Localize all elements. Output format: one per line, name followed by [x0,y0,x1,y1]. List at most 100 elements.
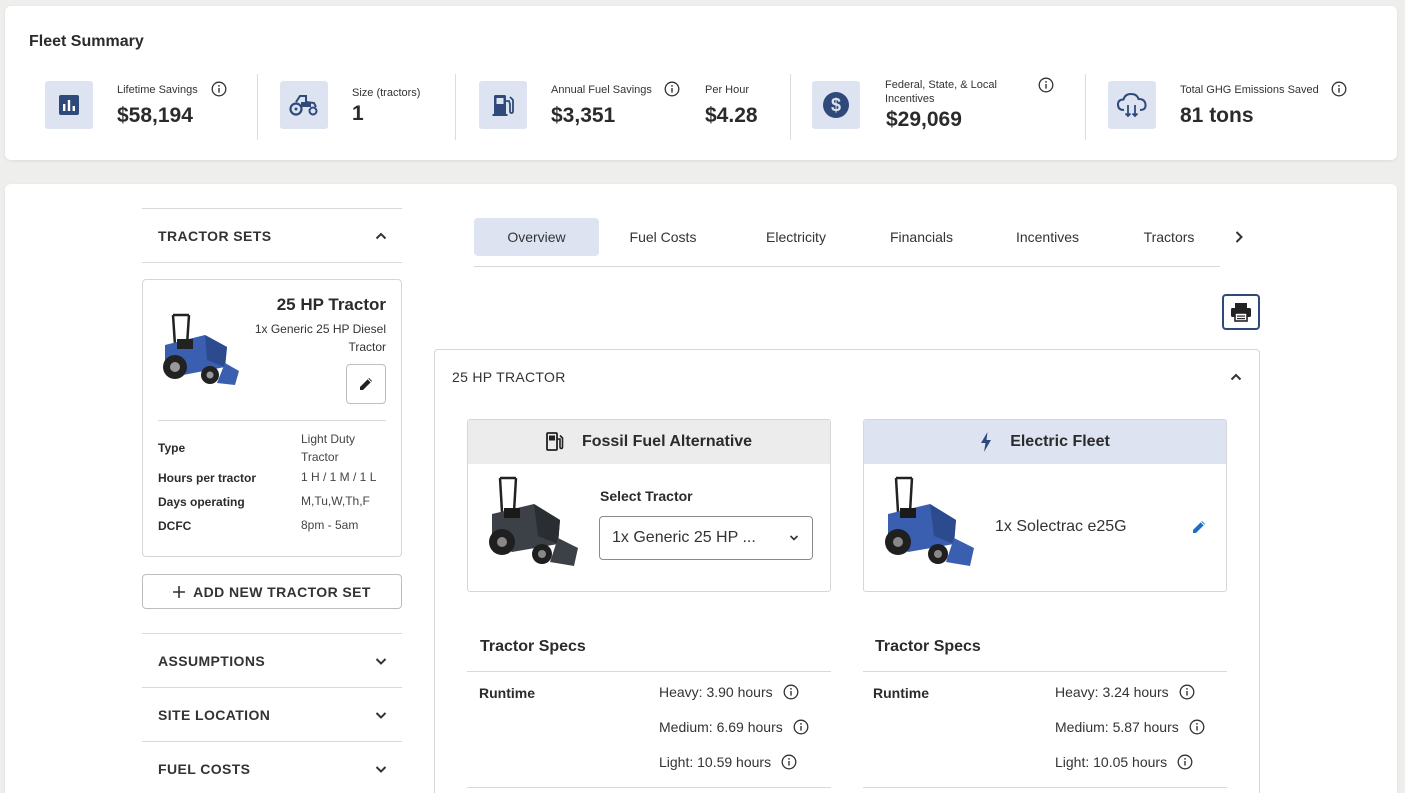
info-icon[interactable] [781,754,797,770]
select-tractor-label: Select Tractor [600,488,693,504]
incentives-value: $29,069 [886,108,962,131]
electric-specs-title: Tractor Specs [875,638,981,655]
tab-tractors[interactable]: Tractors [1124,218,1214,256]
info-icon[interactable] [211,81,227,97]
tractor-icon [280,81,328,129]
per-hour-value: $4.28 [705,104,758,127]
tab-fuel-costs[interactable]: Fuel Costs [611,218,715,256]
info-icon[interactable] [1177,754,1193,770]
lightning-bolt-icon [981,432,992,452]
dollar-icon: $ [812,81,860,129]
fuel-pump-icon [479,81,527,129]
pencil-icon [360,378,372,390]
info-icon[interactable] [664,81,680,97]
runtime-value: Heavy: 3.90 hours [659,684,773,700]
electric-runtime-light: Light: 10.05 hours [1055,754,1193,770]
divider [467,671,831,672]
info-icon[interactable] [1331,81,1347,97]
plus-icon [173,585,186,598]
cloud-icon [1108,81,1156,129]
fossil-fuel-heading: Fossil Fuel Alternative [581,433,753,450]
runtime-label: Runtime [479,685,535,701]
runtime-value: Light: 10.59 hours [659,754,772,770]
runtime-value: Light: 10.05 hours [1055,754,1168,770]
fleet-summary-card: Fleet Summary Lifetime Savings $58,194 S… [5,6,1397,160]
edit-tractor-set-button[interactable] [346,364,386,404]
chevron-up-icon [375,232,387,239]
site-location-toggle[interactable]: SITE LOCATION [142,687,402,741]
electric-tractor-model: 1x Solectrac e25G [995,518,1127,535]
info-icon[interactable] [793,719,809,735]
annual-fuel-savings-label: Annual Fuel Savings [551,84,652,96]
tab-electricity[interactable]: Electricity [742,218,850,256]
chevron-up-icon[interactable] [1229,370,1243,384]
chevron-right-icon[interactable] [1231,229,1247,245]
electric-tractor-image [885,476,974,566]
assumptions-toggle[interactable]: ASSUMPTIONS [142,633,402,687]
assumptions-label: ASSUMPTIONS [158,652,266,669]
electric-runtime-medium: Medium: 5.87 hours [1055,719,1205,735]
fossil-runtime-medium: Medium: 6.69 hours [659,719,809,735]
divider [1085,74,1086,140]
annual-fuel-savings-value: $3,351 [551,104,616,127]
fuel-costs-toggle[interactable]: FUEL COSTS [142,741,402,793]
divider [467,787,831,788]
tab-overview[interactable]: Overview [474,218,599,256]
runtime-value: Heavy: 3.24 hours [1055,684,1169,700]
add-new-tractor-set-label: ADD NEW TRACTOR SET [193,583,371,600]
runtime-label: Runtime [873,685,929,701]
tab-incentives[interactable]: Incentives [996,218,1099,256]
divider [790,74,791,140]
tractor-sets-toggle[interactable]: TRACTOR SETS [142,208,402,262]
runtime-value: Medium: 6.69 hours [659,719,783,735]
electric-fleet-card: Electric Fleet 1x Solectrac e25G [863,419,1227,592]
spec-value: 1 H / 1 M / 1 L [301,470,377,484]
fossil-runtime-heavy: Heavy: 3.90 hours [659,684,799,700]
panel-title: 25 HP TRACTOR [452,369,566,385]
fossil-specs-title: Tractor Specs [480,638,586,655]
add-new-tractor-set-button[interactable]: ADD NEW TRACTOR SET [142,574,402,609]
fossil-runtime-light: Light: 10.59 hours [659,754,797,770]
electric-fleet-heading: Electric Fleet [1010,433,1110,450]
info-icon[interactable] [1189,719,1205,735]
chevron-down-icon [789,535,799,541]
incentives-label: Federal, State, & Local Incentives [885,79,997,105]
info-icon[interactable] [783,684,799,700]
divider [142,262,402,263]
fossil-fuel-card: Fossil Fuel Alternative Select Tractor 1… [467,419,831,592]
site-location-label: SITE LOCATION [158,706,271,723]
fossil-fuel-header: Fossil Fuel Alternative [468,420,830,464]
spec-key: Type [158,441,186,455]
electric-fleet-header: Electric Fleet [864,420,1226,464]
divider [257,74,258,140]
tab-bar: Overview Fuel Costs Electricity Financia… [474,218,1220,267]
ghg-label: Total GHG Emissions Saved [1180,84,1319,96]
size-label: Size (tractors) [352,87,421,99]
select-tractor-dropdown[interactable]: 1x Generic 25 HP ... [599,516,813,560]
divider [863,787,1227,788]
tractor-image [163,313,239,385]
ghg-value: 81 tons [1180,104,1254,127]
fleet-summary-title: Fleet Summary [29,33,144,50]
fuel-costs-label: FUEL COSTS [158,760,251,777]
spec-value: 8pm - 5am [301,518,359,532]
pencil-icon[interactable] [1190,518,1208,536]
spec-value: M,Tu,W,Th,F [301,494,370,508]
main-content: TRACTOR SETS 25 HP Tractor 1x Generic 25… [5,184,1397,793]
lifetime-savings-label: Lifetime Savings [117,84,198,96]
print-button[interactable] [1222,294,1260,330]
select-tractor-value: 1x Generic 25 HP ... [612,529,756,546]
size-value: 1 [352,102,364,125]
bar-chart-icon [45,81,93,129]
spec-key: Days operating [158,495,245,509]
info-icon[interactable] [1179,684,1195,700]
diesel-tractor-image [489,476,578,566]
tractor-set-title: 25 HP Tractor [276,295,386,314]
lifetime-savings-value: $58,194 [117,104,193,127]
tab-financials[interactable]: Financials [869,218,974,256]
divider [158,420,386,421]
spec-key: DCFC [158,519,192,533]
info-icon[interactable] [1038,77,1054,93]
spec-value: Light Duty Tractor [301,432,356,464]
chevron-down-icon [375,765,387,773]
